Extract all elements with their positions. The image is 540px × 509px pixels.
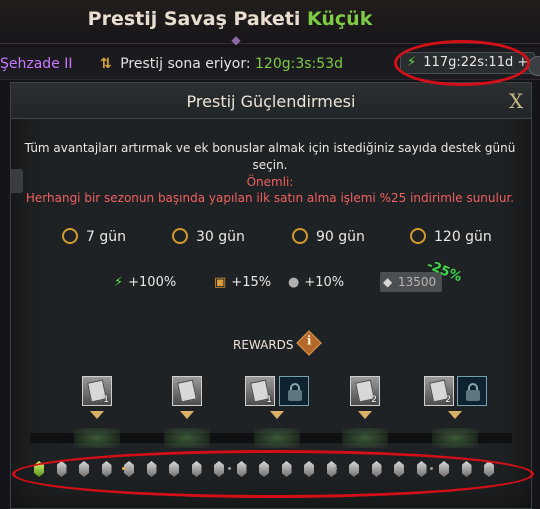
reward-slot[interactable]: 1 bbox=[245, 376, 275, 406]
radio-ring-icon bbox=[172, 228, 188, 244]
day-option-120[interactable]: 120 gün bbox=[410, 228, 492, 250]
day-option-90[interactable]: 90 gün bbox=[292, 228, 365, 250]
bonus-ore: ● +10% bbox=[288, 275, 344, 290]
bolt-icon: ⚡ bbox=[114, 275, 124, 290]
reward-count: 2 bbox=[445, 395, 451, 405]
reward-count: 1 bbox=[266, 395, 272, 405]
locked-slot[interactable] bbox=[279, 376, 309, 406]
day-label: 7 gün bbox=[86, 229, 126, 245]
modal-title: Prestij Güçlendirmesi bbox=[186, 92, 356, 111]
bonus-value: +100% bbox=[128, 275, 177, 290]
info-bar: Şehzade II ⇅ Prestij sona eriyor: 120g:3… bbox=[0, 48, 540, 80]
track-marker bbox=[270, 411, 284, 419]
day-label: 90 gün bbox=[316, 229, 365, 245]
price-value: 13500 bbox=[398, 275, 437, 289]
gem-icon: ◆ bbox=[383, 275, 393, 289]
important-label: Önemli: bbox=[246, 175, 294, 189]
track-glow bbox=[164, 428, 210, 448]
reward-count: 2 bbox=[371, 395, 377, 405]
radio-ring-icon bbox=[62, 228, 78, 244]
reward-slot[interactable]: 1 bbox=[82, 376, 112, 406]
day-label: 120 gün bbox=[434, 229, 492, 245]
scroll-icon bbox=[177, 379, 197, 403]
prestige-expire: ⇅ Prestij sona eriyor: 120g:3s:53d bbox=[100, 56, 343, 72]
track-glow bbox=[74, 428, 120, 448]
locked-slot[interactable] bbox=[457, 376, 487, 406]
package-size: Küçük bbox=[306, 8, 373, 30]
day-options: 7 gün 30 gün 90 gün 120 gün bbox=[10, 228, 532, 252]
day-label: 30 gün bbox=[196, 229, 245, 245]
package-title: Prestij Savaş Paketi Küçük bbox=[0, 8, 460, 30]
separator-dot bbox=[430, 467, 433, 470]
rewards-label: REWARDS bbox=[233, 338, 294, 352]
reward-slot[interactable]: 2 bbox=[424, 376, 454, 406]
track-glow bbox=[342, 428, 388, 448]
important-text: Herhangi bir sezonun başında yapılan ilk… bbox=[25, 191, 515, 205]
close-button[interactable]: X bbox=[509, 89, 523, 113]
swap-icon: ⇅ bbox=[100, 56, 112, 72]
package-title-main: Prestij Savaş Paketi bbox=[87, 8, 301, 30]
track-marker bbox=[90, 411, 104, 419]
separator-dot bbox=[122, 467, 125, 470]
description-text: Tüm avantajları artırmak ve ek bonuslar … bbox=[24, 141, 516, 172]
day-option-7[interactable]: 7 gün bbox=[62, 228, 126, 250]
modal-description: Tüm avantajları artırmak ve ek bonuslar … bbox=[18, 140, 522, 206]
boost-timer: 117g:22s:11d bbox=[423, 55, 514, 70]
track-glow bbox=[254, 428, 300, 448]
reward-slot[interactable]: 2 bbox=[350, 376, 380, 406]
day-option-30[interactable]: 30 gün bbox=[172, 228, 245, 250]
expire-label: Prestij sona eriyor: bbox=[120, 56, 251, 72]
reward-slot[interactable] bbox=[172, 376, 202, 406]
radio-ring-icon bbox=[410, 228, 426, 244]
ornament-icon: ◆ bbox=[231, 33, 241, 47]
ore-icon: ● bbox=[288, 275, 300, 290]
radio-ring-icon bbox=[292, 228, 308, 244]
track-glow bbox=[432, 428, 478, 448]
modal-header: Prestij Güçlendirmesi X bbox=[11, 83, 531, 119]
chest-icon: ▣ bbox=[214, 275, 227, 290]
separator-dot bbox=[334, 467, 337, 470]
reward-count: 1 bbox=[103, 395, 109, 405]
bonus-chest: ▣ +15% bbox=[214, 275, 271, 290]
package-header: Prestij Savaş Paketi Küçük ◆ bbox=[0, 0, 540, 47]
plus-icon: + bbox=[517, 55, 529, 70]
user-name[interactable]: Şehzade II bbox=[0, 56, 73, 72]
track-marker bbox=[180, 411, 194, 419]
bolt-icon: ⚡ bbox=[407, 55, 417, 70]
bonus-energy: ⚡ +100% bbox=[114, 275, 176, 290]
boost-timer-button[interactable]: ⚡ 117g:22s:11d + bbox=[400, 52, 536, 74]
bonus-value: +15% bbox=[231, 275, 272, 290]
bonus-value: +10% bbox=[304, 275, 345, 290]
expire-time: 120g:3s:53d bbox=[255, 56, 343, 72]
track-marker bbox=[448, 411, 462, 419]
separator-dot bbox=[228, 467, 231, 470]
track-marker bbox=[358, 411, 372, 419]
